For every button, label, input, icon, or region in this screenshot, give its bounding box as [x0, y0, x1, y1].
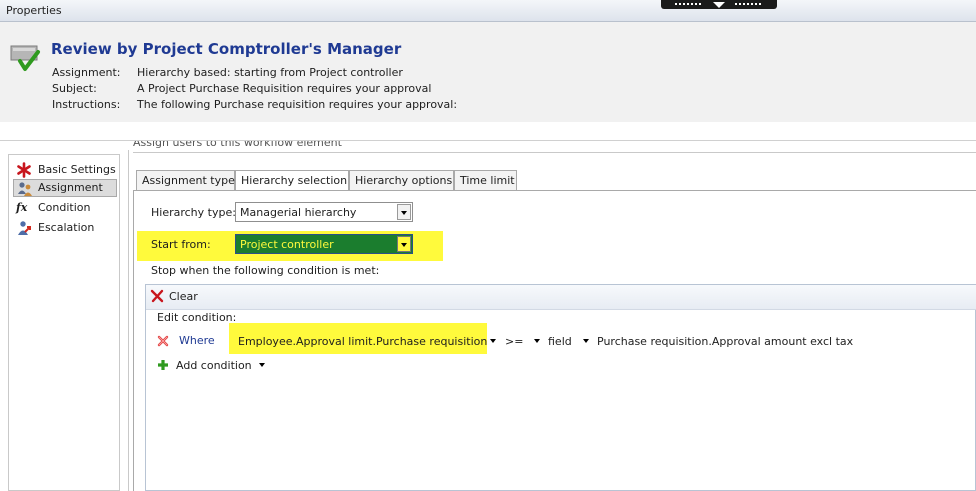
edit-condition-label: Edit condition:: [157, 311, 237, 324]
group-title: Assign users to this workflow element: [133, 141, 342, 149]
assignment-label: Assignment:: [52, 66, 121, 79]
grip-dots-right: [735, 3, 763, 5]
condition-field[interactable]: Employee.Approval limit.Purchase requisi…: [238, 335, 487, 348]
assignment-value: Hierarchy based: starting from Project c…: [137, 66, 403, 79]
group-title-clip: Assign users to this workflow element: [133, 141, 976, 150]
condition-value-type[interactable]: field: [548, 335, 572, 348]
hierarchy-type-label: Hierarchy type:: [151, 206, 236, 219]
sidebar-item-label: Condition: [38, 201, 91, 214]
condition-operator[interactable]: >=: [505, 335, 523, 348]
add-condition-button[interactable]: Add condition: [176, 359, 252, 372]
chevron-down-icon: [713, 2, 725, 8]
window-titlebar: Properties: [0, 0, 976, 22]
fx-icon: fx: [16, 201, 28, 214]
field-dropdown-icon[interactable]: [490, 339, 496, 343]
subject-value: A Project Purchase Requisition requires …: [137, 82, 432, 95]
sidebar-item-basic-settings[interactable]: Basic Settings: [13, 161, 117, 179]
stop-condition-label: Stop when the following condition is met…: [151, 264, 380, 277]
tab-assignment-type[interactable]: Assignment type: [136, 170, 235, 191]
sidebar-item-label: Escalation: [38, 221, 95, 234]
hierarchy-type-value: Managerial hierarchy: [240, 206, 357, 219]
dropdown-arrow-icon[interactable]: [397, 204, 411, 220]
hierarchy-type-select[interactable]: Managerial hierarchy: [235, 202, 413, 222]
drag-grip-handle[interactable]: [661, 0, 777, 9]
start-from-label: Start from:: [151, 238, 211, 251]
instructions-value: The following Purchase requisition requi…: [137, 98, 458, 111]
sidebar-item-condition[interactable]: fx Condition: [13, 199, 117, 217]
delete-condition-icon[interactable]: [157, 335, 169, 347]
value-type-dropdown-icon[interactable]: [583, 339, 589, 343]
red-asterisk-icon: [16, 162, 32, 178]
group-border: [133, 152, 976, 153]
grip-dots-left: [675, 3, 703, 5]
condition-value[interactable]: Purchase requisition.Approval amount exc…: [597, 335, 853, 348]
where-link[interactable]: Where: [179, 334, 215, 347]
instructions-label: Instructions:: [52, 98, 121, 111]
operator-dropdown-icon[interactable]: [534, 339, 540, 343]
start-from-value: Project controller: [240, 238, 334, 251]
sidebar-item-label: Assignment: [38, 181, 103, 194]
dropdown-arrow-icon[interactable]: [397, 236, 411, 252]
sidebar: Basic Settings Assignment fx Condition E…: [8, 154, 120, 491]
condition-editor: [145, 284, 976, 491]
page-title: Review by Project Comptroller's Manager: [51, 40, 402, 58]
users-icon: [17, 181, 33, 197]
red-x-icon: [150, 289, 164, 306]
add-condition-dropdown-icon[interactable]: [259, 363, 265, 367]
condition-toolbar: [146, 285, 976, 310]
clear-button[interactable]: Clear: [150, 289, 210, 305]
sidebar-item-label: Basic Settings: [38, 163, 116, 176]
tab-hierarchy-options[interactable]: Hierarchy options: [349, 170, 454, 191]
clear-label: Clear: [169, 290, 198, 303]
approval-check-icon: [10, 44, 44, 74]
subject-label: Subject:: [52, 82, 97, 95]
sidebar-item-escalation[interactable]: Escalation: [13, 219, 117, 237]
tab-hierarchy-selection[interactable]: Hierarchy selection: [235, 170, 349, 192]
start-from-select[interactable]: Project controller: [235, 234, 413, 254]
green-plus-icon: [157, 359, 169, 371]
sidebar-item-assignment[interactable]: Assignment: [13, 179, 117, 197]
tab-time-limit[interactable]: Time limit: [454, 170, 517, 191]
window-title: Properties: [6, 4, 62, 17]
panel-divider: [128, 150, 129, 491]
escalation-user-icon: [16, 220, 32, 236]
